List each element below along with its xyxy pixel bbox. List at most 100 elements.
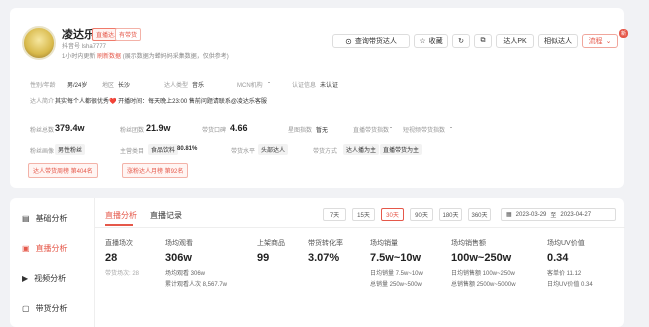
range-90d[interactable]: 90天 (410, 208, 433, 221)
fans-profile-label: 粉丝画像 (30, 149, 55, 155)
group-value: 21.9w (146, 123, 171, 133)
metric-label: 带货转化率 (308, 240, 343, 247)
sidebar-item-goods[interactable]: ▢ 带货分析 (22, 303, 68, 314)
chevron-down-icon: ⌄ (605, 38, 612, 45)
metric-avg-revenue: 场均销售额 100w~250w 日均销售额 100w~250w 总销售额 250… (451, 238, 516, 288)
sidebar-label: 视频分析 (34, 274, 67, 283)
date-range-picker[interactable]: ▦ 2023-03-29 至 2023-04-27 (501, 208, 616, 221)
metric-sub: 场均观看 306w (165, 271, 206, 277)
region-value: 长沙 (118, 83, 131, 89)
metric-label: 场均销量 (370, 240, 398, 247)
sidebar-item-video[interactable]: ▶ 视频分析 (22, 273, 66, 284)
more-dropdown[interactable]: 流程 ⌄ (582, 34, 618, 48)
search-icon: ⊙ (345, 36, 352, 46)
region-label: 地区 (102, 83, 115, 89)
refresh-button[interactable]: ↻ (452, 34, 470, 48)
update-note: (展示数据为蝉妈妈采集数据，仅供参考) (122, 54, 229, 60)
copy-icon: ⧉ (480, 37, 486, 44)
update-text: 1小时内更新 (62, 54, 96, 60)
sidebar: ▤ 基础分析 ▣ 直播分析 ▶ 视频分析 ▢ 带货分析 (10, 198, 94, 327)
auth-label: 认证信息 (292, 83, 317, 89)
collect-button[interactable]: ☆ 收藏 (414, 34, 448, 48)
copy-button[interactable]: ⧉ (474, 34, 492, 48)
fans-profile-value: 男性粉丝 (55, 144, 86, 155)
metric-value: 7.5w~10w (370, 252, 422, 264)
tab-live-analysis[interactable]: 直播分析 (105, 210, 137, 221)
metric-sub: 总销售额 2500w~5000w (451, 282, 516, 288)
metric-label: 直播场次 (105, 240, 133, 247)
weekly-rank-badge[interactable]: 达人带货周榜 第404名 (28, 163, 98, 178)
query-goods-button[interactable]: ⊙ 查询带货达人 (332, 34, 410, 48)
metric-value: 99 (257, 252, 270, 264)
metric-conversion: 带货转化率 3.07% (308, 238, 343, 264)
tab-live-records[interactable]: 直播记录 (150, 210, 182, 221)
cart-icon: ▢ (22, 304, 30, 313)
sidebar-item-live[interactable]: ▣ 直播分析 (22, 243, 68, 254)
style-value: 头部达人 (258, 144, 289, 155)
type-value: 音乐 (192, 83, 205, 89)
reputation-label: 带货口碑 (202, 128, 227, 134)
main-category-pct: 80.81% (177, 146, 198, 152)
intro-value: 其实每个人都很优秀❤️ 开播时间：每天晚上23:00 售前问题请联系@凌达乐客服 (55, 99, 267, 105)
metric-label: 场均观看 (165, 240, 193, 247)
metric-sub: 日均UV价值 0.34 (547, 282, 593, 288)
refresh-link[interactable]: 刷新数据 (97, 54, 121, 60)
range-360d[interactable]: 360天 (468, 208, 491, 221)
avatar (22, 26, 56, 60)
metric-avg-sales: 场均销量 7.5w~10w 日均销量 7.5w~10w 总销量 250w~500… (370, 238, 423, 288)
metric-label: 上架商品 (257, 240, 285, 247)
metric-sub: 带货场次: 28 (105, 271, 140, 277)
metric-sessions: 直播场次 28 带货场次: 28 (105, 238, 139, 277)
method-value-1: 达人播为主 (343, 144, 380, 155)
metric-sub: 客单价 11.12 (547, 271, 582, 277)
method-label: 带货方式 (313, 149, 338, 155)
metric-value: 306w (165, 252, 192, 264)
query-goods-label: 查询带货达人 (354, 38, 397, 45)
level-value: 暂无 (316, 128, 329, 134)
date-sep: 至 (550, 213, 557, 219)
mcn-value: - (268, 80, 270, 86)
level-label: 星图指数 (288, 128, 313, 134)
range-15d[interactable]: 15天 (352, 208, 375, 221)
has-goods-badge: 有带货 (115, 28, 142, 41)
influencer-name: 凌达乐 (62, 29, 95, 41)
metric-label: 场均UV价值 (547, 240, 585, 247)
metric-value: 3.07% (308, 252, 340, 264)
main-category-label: 主营类目 (120, 149, 145, 155)
profile-card: 凌达乐 直播达人 有带货 抖音号 lsha7777 1小时内更新 刷新数据 (展… (10, 8, 629, 188)
update-time: 1小时内更新 刷新数据 (展示数据为蝉妈妈采集数据，仅供参考) (62, 51, 229, 60)
live-index-value: - (390, 125, 392, 131)
metric-sub: 日均销量 7.5w~10w (370, 271, 423, 277)
main-category-value: 食品饮料 (148, 144, 179, 155)
metric-uv-value: 场均UV价值 0.34 客单价 11.12 日均UV价值 0.34 (547, 238, 593, 288)
fans-label: 粉丝总数 (30, 128, 55, 134)
sidebar-item-basic[interactable]: ▤ 基础分析 (22, 213, 68, 224)
refresh-icon: ↻ (458, 38, 464, 45)
live-index-label: 直播带货指数 (353, 128, 390, 134)
star-icon: ☆ (419, 38, 426, 45)
sidebar-label: 直播分析 (35, 244, 68, 253)
metric-sub: 日均销售额 100w~250w (451, 271, 515, 277)
gender-value: 男/24岁 (67, 83, 88, 89)
new-badge: 新 (619, 29, 629, 38)
metric-label: 场均销售额 (451, 240, 486, 247)
monthly-rank-badge[interactable]: 涨粉达人月榜 第92名 (122, 163, 189, 178)
main-panel: 直播分析 直播记录 7天 15天 30天 90天 180天 360天 ▦ 202… (94, 198, 625, 327)
range-7d[interactable]: 7天 (323, 208, 346, 221)
metric-sub: 累计观看人次 8,567.7w (165, 282, 228, 288)
fans-value: 379.4w (55, 123, 85, 133)
range-30d[interactable]: 30天 (381, 208, 404, 221)
sidebar-label: 带货分析 (35, 304, 68, 313)
video-icon: ▶ (22, 274, 29, 283)
video-index-value: - (450, 125, 452, 131)
similar-button[interactable]: 相似达人 (538, 34, 578, 48)
group-label: 粉丝团数 (120, 128, 145, 134)
mcn-label: MCN机构 (237, 83, 263, 89)
type-label: 达人类型 (164, 83, 189, 89)
range-180d[interactable]: 180天 (439, 208, 462, 221)
pk-button[interactable]: 达人PK (496, 34, 534, 48)
auth-value: 未认证 (320, 83, 339, 89)
style-label: 带货水平 (231, 149, 256, 155)
account-id: 抖音号 lsha7777 (62, 44, 107, 50)
doc-icon: ▤ (22, 214, 30, 223)
